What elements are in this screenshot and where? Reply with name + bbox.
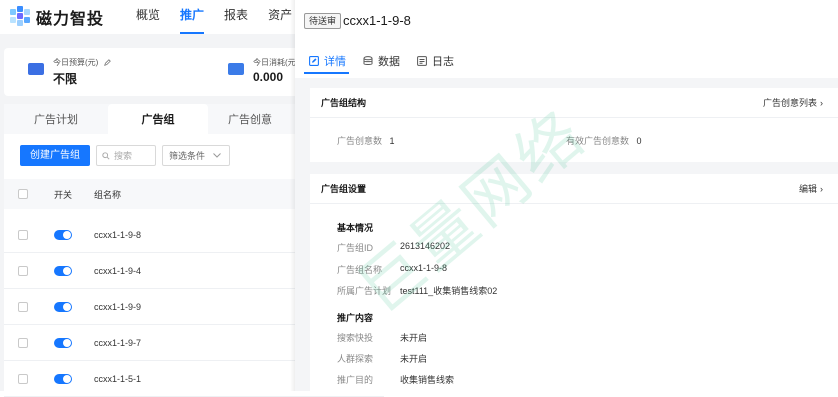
tab-log[interactable]: 日志 [417,53,454,69]
row-name[interactable]: ccxx1-1-9-4 [94,266,141,276]
valid-count-label: 有效广告创意数 [566,136,630,146]
logo[interactable]: 磁力智投 [10,0,104,34]
row-switch[interactable] [54,229,72,240]
status-badge: 待送审 [304,13,342,29]
nav-item-reports[interactable]: 报表 [214,0,258,34]
row-checkbox[interactable] [18,301,28,312]
row-checkbox[interactable] [18,373,28,384]
ad-group-structure-section: 广告组结构 广告创意列表 › 广告创意数 1 有效广告创意数 0 [310,88,838,162]
row-switch[interactable] [54,265,72,276]
column-header-name: 组名称 [94,189,122,200]
tab-data[interactable]: 数据 [363,53,400,69]
row-checkbox[interactable] [18,337,28,348]
search-fast-label: 搜索快投 [337,333,374,343]
creative-count-value: 1 [389,136,395,146]
tab-ad-group[interactable]: 广告组 [108,104,208,134]
active-tab-indicator [304,72,349,74]
search-fast-value: 未开启 [400,333,428,343]
ad-group-name-value: ccxx1-1-9-8 [400,263,448,273]
campaign-row: 所属广告计划 [337,284,391,297]
list-toolbar: 创建广告组 搜索 筛选条件 [20,145,230,166]
row-name[interactable]: ccxx1-1-5-1 [94,374,141,384]
row-checkbox[interactable] [18,265,28,276]
creative-count: 广告创意数 1 [337,134,395,147]
budget-value: 不限 [53,72,78,86]
budget-label: 今日预算(元) [53,58,99,67]
ad-group-id-label: 广告组ID [337,243,374,253]
ad-group-name-label: 广告组名称 [337,265,383,275]
tab-details-label: 详情 [324,56,346,68]
filter-label: 筛选条件 [169,151,206,161]
logo-text: 磁力智投 [36,11,105,28]
row-switch[interactable] [54,301,72,312]
promotion-content-title: 推广内容 [337,313,374,323]
database-icon [363,56,373,65]
nav-item-promotion[interactable]: 推广 [170,0,214,34]
tab-details[interactable]: 详情 [309,53,346,69]
structure-title: 广告组结构 [321,98,367,108]
edit-doc-icon [309,56,319,66]
search-placeholder: 搜索 [114,151,133,161]
ad-group-id-row: 广告组ID [337,241,373,254]
select-all-checkbox[interactable] [18,189,28,199]
row-name[interactable]: ccxx1-1-9-8 [94,230,141,240]
card-icon [228,63,244,75]
drawer-title: ccxx1-1-9-8 [343,13,411,28]
log-icon [417,56,427,66]
row-name[interactable]: ccxx1-1-9-7 [94,338,141,348]
valid-count-value: 0 [636,136,642,146]
audience-explore-label: 人群探索 [337,354,374,364]
row-name[interactable]: ccxx1-1-9-9 [94,302,141,312]
filter-select[interactable]: 筛选条件 [162,145,230,166]
search-fast-row: 搜索快投 [337,331,373,344]
audience-explore-value: 未开启 [400,354,428,364]
search-icon [102,151,110,160]
nav-item-overview[interactable]: 概览 [126,0,170,34]
basic-info-title: 基本情况 [337,223,374,233]
tab-campaign[interactable]: 广告计划 [4,104,108,134]
ad-group-id-value: 2613146202 [400,241,451,251]
spend-stat: 今日消耗(元) 0.000 [228,57,298,84]
audience-explore-row: 人群探索 [337,352,373,365]
tab-log-label: 日志 [432,56,454,68]
campaign-label: 所属广告计划 [337,286,392,296]
settings-title: 广告组设置 [321,184,367,194]
ad-group-name-row: 广告组名称 [337,263,382,276]
promotion-goal-label: 推广目的 [337,375,374,385]
create-ad-group-button[interactable]: 创建广告组 [20,145,90,166]
campaign-value: test111_收集销售线索02 [400,286,498,296]
row-checkbox[interactable] [18,229,28,240]
valid-creative-count: 有效广告创意数 0 [566,134,642,147]
tab-data-label: 数据 [378,56,400,68]
promotion-goal-value: 收集销售线索 [400,375,455,385]
creative-list-link[interactable]: 广告创意列表 › [763,96,823,109]
logo-mark-icon [10,6,32,28]
ad-group-settings-section: 广告组设置 编辑 › 基本情况 广告组ID 2613146202 广告组名称 cc… [310,174,838,391]
promotion-goal-row: 推广目的 [337,373,373,386]
edit-link[interactable]: 编辑 › [799,182,823,195]
ad-group-detail-drawer: 待送审 ccxx1-1-9-8 详情 数据 日志 广告组结构 广告创意列表 › 广… [295,0,838,391]
wallet-icon [28,63,44,75]
chevron-right-icon: › [820,184,823,194]
budget-stat: 今日预算(元) 不限 [28,57,111,87]
drawer-header: 待送审 ccxx1-1-9-8 详情 数据 日志 [295,0,838,78]
column-header-switch: 开关 [54,189,73,200]
edit-pencil-icon[interactable] [103,59,111,67]
tab-creative[interactable]: 广告创意 [208,104,292,134]
row-switch[interactable] [54,337,72,348]
search-input[interactable]: 搜索 [96,145,156,166]
creative-count-label: 广告创意数 [337,136,383,146]
chevron-right-icon: › [820,98,823,108]
chevron-down-icon [213,153,221,158]
row-switch[interactable] [54,373,72,384]
